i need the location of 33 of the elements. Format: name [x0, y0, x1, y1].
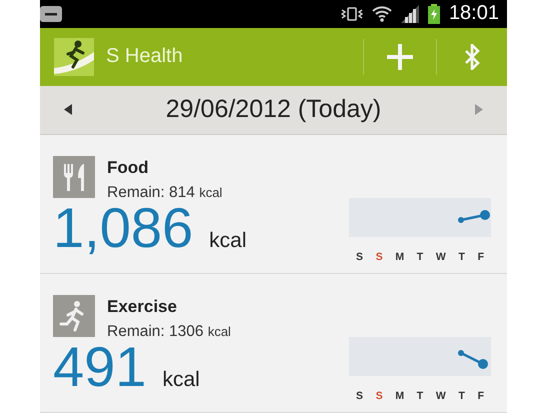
- clock-time: 18:01: [448, 2, 499, 26]
- signal-icon: [400, 4, 419, 23]
- weekday-label: T: [416, 251, 424, 263]
- card-title: Food: [107, 158, 150, 178]
- bluetooth-icon: [464, 44, 480, 70]
- left-arrow-icon: [64, 104, 72, 116]
- weekday-label: M: [395, 390, 404, 402]
- fork-knife-icon: [53, 156, 95, 198]
- weekday-label: S: [356, 390, 364, 402]
- weekday-label: F: [478, 390, 484, 402]
- notification-icon: [40, 6, 62, 22]
- battery-icon: [428, 4, 440, 24]
- runner-icon: [53, 295, 95, 337]
- weekday-label: M: [395, 251, 404, 263]
- app-title: S Health: [106, 45, 184, 68]
- weekday-label: S: [376, 390, 383, 402]
- plus-icon: [386, 42, 414, 71]
- wifi-icon: [372, 4, 392, 23]
- weekday-label: T: [458, 390, 465, 402]
- unit-label: kcal: [162, 368, 200, 392]
- weekday-label: S: [376, 251, 383, 263]
- card-title: Exercise: [107, 297, 178, 317]
- weekday-label: W: [436, 390, 446, 402]
- weekday-label: W: [436, 251, 446, 263]
- weekday-label: T: [416, 390, 424, 402]
- weekday-label: T: [458, 251, 465, 263]
- weekday-label: S: [356, 251, 364, 263]
- date-label: 29/06/2012 (Today): [164, 95, 382, 124]
- right-arrow-icon: [475, 104, 483, 116]
- vibrate-icon: [340, 6, 363, 22]
- app-logo-icon: [54, 38, 94, 76]
- unit-label: kcal: [209, 229, 246, 253]
- weekday-label: F: [478, 251, 484, 263]
